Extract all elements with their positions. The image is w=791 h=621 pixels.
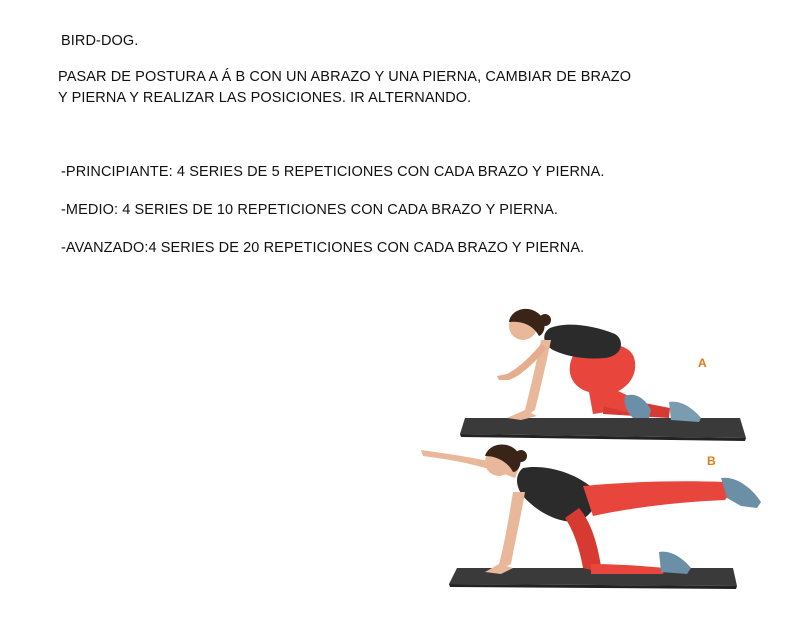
sports-top: [517, 466, 597, 522]
instruction-line-2: Y PIERNA Y REALIZAR LAS POSICIONES. IR A…: [58, 90, 472, 106]
document-title: BIRD-DOG.: [61, 33, 139, 49]
level-avanzado: -AVANZADO:4 SERIES DE 20 REPETICIONES CO…: [61, 240, 585, 256]
instruction-line-1: PASAR DE POSTURA A Á B CON UN ABRAZO Y U…: [58, 69, 632, 85]
position-label-a: A: [698, 356, 707, 370]
shoe: [721, 477, 761, 508]
exercise-photo-position-a: [460, 308, 746, 441]
arm: [499, 492, 525, 568]
leggings: [565, 508, 601, 570]
exercise-photo-position-b: [421, 444, 761, 589]
sports-top: [544, 324, 621, 359]
level-principiante: -PRINCIPIANTE: 4 SERIES DE 5 REPETICIONE…: [61, 164, 605, 180]
position-label-b: B: [707, 454, 716, 468]
extended-leg: [583, 481, 733, 516]
level-medio: -MEDIO: 4 SERIES DE 10 REPETICIONES CON …: [61, 202, 558, 218]
